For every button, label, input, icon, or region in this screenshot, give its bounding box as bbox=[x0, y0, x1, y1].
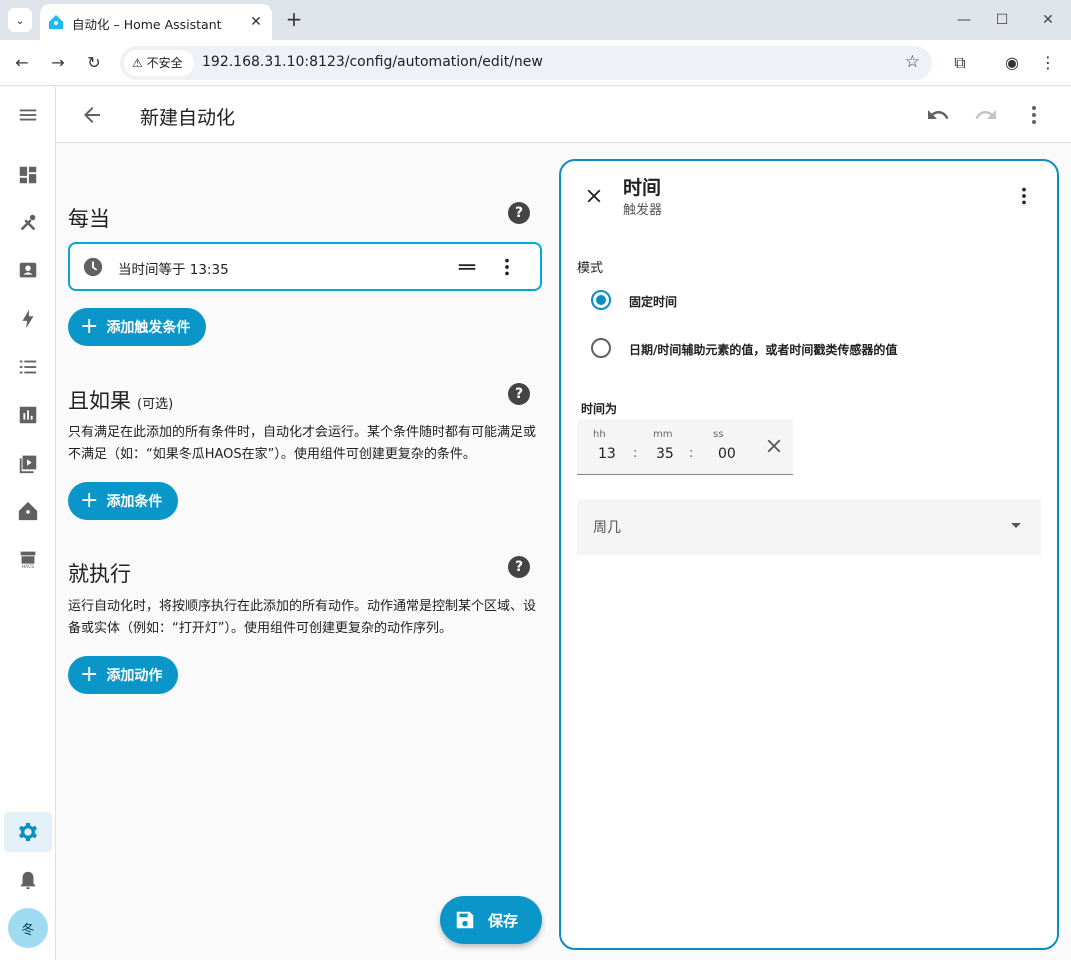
add-trigger-button[interactable]: + 添加触发条件 bbox=[68, 308, 207, 346]
home-assistant-favicon-icon bbox=[49, 15, 63, 29]
dashboard-icon[interactable] bbox=[4, 155, 52, 195]
avatar[interactable]: 冬 bbox=[8, 908, 48, 948]
forward-arrow-icon[interactable]: → bbox=[46, 51, 70, 75]
tab-close-icon[interactable]: ✕ bbox=[246, 12, 266, 32]
conditions-description: 只有满足在此添加的所有条件时，自动化才会运行。某个条件随时都有可能满足或不满足（… bbox=[68, 425, 537, 462]
panel-title: 时间 bbox=[623, 177, 662, 199]
chart-icon[interactable] bbox=[4, 395, 52, 435]
hours-unit: hh bbox=[593, 429, 606, 440]
settings-icon[interactable] bbox=[4, 812, 52, 852]
actions-description: 运行自动化时，将按顺序执行在此添加的所有动作。动作通常是控制某个区域、设备或实体… bbox=[68, 599, 537, 636]
time-separator: : bbox=[689, 446, 694, 461]
add-condition-button[interactable]: + 添加条件 bbox=[68, 482, 179, 520]
sidebar: HACS 冬 bbox=[0, 87, 56, 960]
minimize-icon[interactable]: — bbox=[952, 8, 976, 32]
save-label: 保存 bbox=[488, 912, 519, 930]
hacs-icon[interactable]: HACS bbox=[4, 539, 52, 579]
actions-title: 就执行 bbox=[68, 562, 131, 586]
trigger-label: 当时间等于 13:35 bbox=[118, 262, 229, 278]
security-label: 不安全 bbox=[146, 56, 183, 70]
time-separator: : bbox=[633, 446, 638, 461]
bookmark-star-icon[interactable]: ☆ bbox=[905, 52, 920, 72]
bell-icon[interactable] bbox=[4, 860, 52, 900]
profile-icon[interactable]: ◉ bbox=[1000, 51, 1024, 75]
trigger-menu-icon[interactable] bbox=[496, 256, 518, 278]
mode-label: 模式 bbox=[577, 261, 604, 276]
optional-label: (可选) bbox=[137, 397, 174, 412]
warning-icon: ⚠ bbox=[132, 56, 147, 70]
app-header: 新建自动化 bbox=[56, 87, 1071, 143]
time-label: 时间为 bbox=[581, 402, 618, 416]
media-icon[interactable] bbox=[4, 443, 52, 483]
plus-icon: + bbox=[80, 488, 99, 513]
tab-search-button[interactable]: ⌄ bbox=[8, 8, 32, 32]
list-icon[interactable] bbox=[4, 347, 52, 387]
browser-tab[interactable]: 自动化 – Home Assistant ✕ bbox=[40, 4, 272, 40]
conditions-title: 且如果 (可选) bbox=[68, 385, 173, 415]
security-chip[interactable]: ⚠ 不安全 bbox=[124, 50, 194, 76]
radio-fixed-time[interactable] bbox=[591, 290, 611, 310]
radio-fixed-time-label[interactable]: 固定时间 bbox=[629, 293, 677, 310]
reload-icon[interactable]: ↻ bbox=[82, 51, 106, 75]
address-bar[interactable]: ⚠ 不安全 192.168.31.10:8123/config/automati… bbox=[120, 46, 932, 80]
trigger-editor-panel: 时间 触发器 模式 固定时间 日期/时间辅助元素的值，或者时间戳类传感器的值 时… bbox=[559, 159, 1059, 950]
tools-icon[interactable] bbox=[4, 203, 52, 243]
back-arrow-icon[interactable]: ← bbox=[10, 51, 34, 75]
browser-menu-icon[interactable]: ⋮ bbox=[1036, 51, 1060, 75]
floppy-disk-icon bbox=[456, 911, 474, 929]
back-arrow-icon[interactable] bbox=[80, 103, 104, 127]
hours-value[interactable]: 13 bbox=[598, 446, 616, 462]
help-icon[interactable]: ? bbox=[508, 383, 530, 405]
more-vert-icon[interactable] bbox=[1022, 103, 1046, 127]
radio-helper-value-label[interactable]: 日期/时间辅助元素的值，或者时间戳类传感器的值 bbox=[629, 341, 897, 358]
extensions-icon[interactable]: ⧉ bbox=[948, 51, 972, 75]
window-close-icon[interactable]: ✕ bbox=[1036, 8, 1060, 32]
help-icon[interactable]: ? bbox=[508, 556, 530, 578]
svg-text:HACS: HACS bbox=[22, 564, 35, 570]
tab-title: 自动化 – Home Assistant bbox=[72, 17, 222, 32]
dropdown-arrow-icon bbox=[1011, 523, 1021, 528]
clear-icon[interactable] bbox=[763, 435, 785, 457]
menu-icon[interactable] bbox=[4, 95, 52, 135]
plus-icon: + bbox=[80, 662, 99, 687]
seconds-unit: ss bbox=[713, 429, 724, 440]
panel-subtitle: 触发器 bbox=[623, 203, 663, 218]
browser-toolbar: ← → ↻ ⚠ 不安全 192.168.31.10:8123/config/au… bbox=[0, 40, 1071, 86]
maximize-icon[interactable]: ☐ bbox=[990, 8, 1014, 32]
add-trigger-label: 添加触发条件 bbox=[106, 320, 191, 336]
seconds-value[interactable]: 00 bbox=[718, 446, 736, 462]
page-title: 新建自动化 bbox=[140, 107, 236, 129]
redo-icon[interactable] bbox=[974, 103, 998, 127]
url-text[interactable]: 192.168.31.10:8123/config/automation/edi… bbox=[202, 54, 543, 70]
weekday-label: 周几 bbox=[593, 520, 621, 536]
home-assistant-icon[interactable] bbox=[4, 491, 52, 531]
drag-handle-icon[interactable] bbox=[456, 256, 478, 278]
plus-icon: + bbox=[80, 314, 99, 339]
add-action-button[interactable]: + 添加动作 bbox=[68, 656, 179, 694]
conditions-title-text: 且如果 bbox=[68, 389, 131, 413]
add-condition-label: 添加条件 bbox=[106, 494, 163, 510]
minutes-unit: mm bbox=[653, 429, 673, 440]
save-button[interactable]: 保存 bbox=[440, 896, 542, 944]
minutes-value[interactable]: 35 bbox=[656, 446, 674, 462]
panel-menu-icon[interactable] bbox=[1013, 185, 1035, 207]
person-card-icon[interactable] bbox=[4, 251, 52, 291]
radio-helper-value[interactable] bbox=[591, 338, 611, 358]
triggers-title: 每当 bbox=[68, 207, 110, 231]
help-icon[interactable]: ? bbox=[508, 202, 530, 224]
clock-icon bbox=[82, 256, 104, 278]
trigger-row[interactable]: 当时间等于 13:35 bbox=[68, 242, 542, 291]
weekday-select[interactable]: 周几 bbox=[577, 499, 1041, 555]
energy-icon[interactable] bbox=[4, 299, 52, 339]
browser-tab-strip: ⌄ 自动化 – Home Assistant ✕ + — ☐ ✕ bbox=[0, 0, 1071, 40]
add-action-label: 添加动作 bbox=[106, 668, 163, 684]
close-icon[interactable] bbox=[583, 185, 605, 207]
new-tab-button[interactable]: + bbox=[282, 8, 306, 32]
undo-icon[interactable] bbox=[926, 103, 950, 127]
time-input[interactable]: hh 13 : mm 35 : ss 00 bbox=[577, 419, 793, 475]
